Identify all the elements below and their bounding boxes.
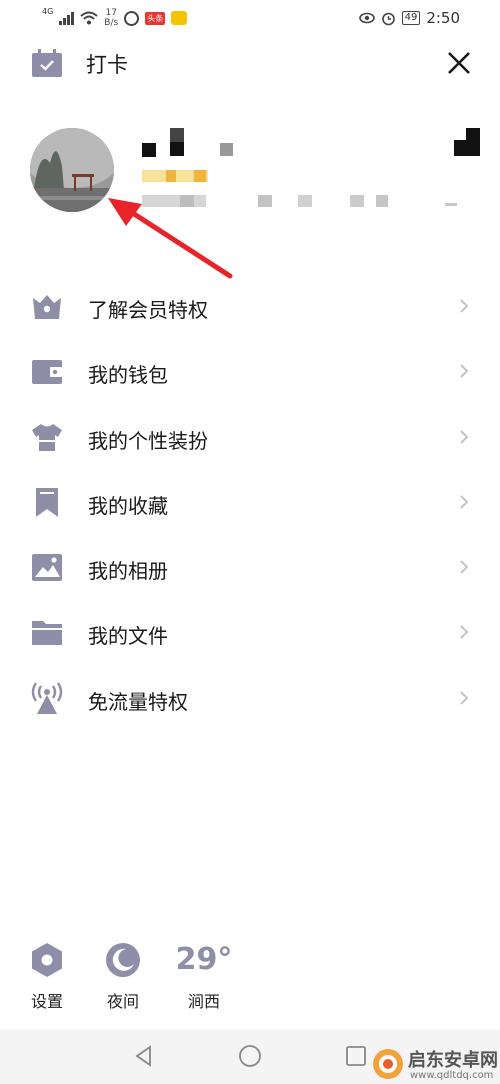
- menu-item-label: 我的钱包: [88, 363, 168, 388]
- menu-item-label: 我的相册: [88, 559, 168, 584]
- chevron-right-icon: [460, 364, 469, 379]
- signal-tower-icon: [31, 682, 63, 714]
- crown-icon: [33, 295, 61, 319]
- night-mode-label: 夜间: [106, 992, 139, 1011]
- chevron-right-icon: [460, 429, 469, 444]
- chevron-right-icon: [460, 299, 469, 313]
- menu-item-wallet[interactable]: 我的钱包: [0, 339, 500, 404]
- recents-icon[interactable]: [344, 1044, 368, 1068]
- network-speed: 17 B/s: [104, 8, 119, 28]
- weather-widget[interactable]: 29° 涧西: [174, 940, 234, 1012]
- settings-button[interactable]: 设置: [17, 940, 77, 1012]
- night-mode-button[interactable]: 夜间: [93, 940, 153, 1012]
- menu-item-vip[interactable]: 了解会员特权: [0, 274, 500, 339]
- watermark-logo-icon: [373, 1049, 403, 1079]
- menu-item-theme[interactable]: 我的个性装扮: [0, 405, 500, 470]
- wallet-icon: [32, 360, 62, 385]
- home-icon[interactable]: [238, 1044, 262, 1068]
- menu-item-label: 免流量特权: [88, 689, 188, 714]
- back-icon[interactable]: [132, 1044, 156, 1068]
- signal-icon: [59, 11, 75, 25]
- menu-item-favorites[interactable]: 我的收藏: [0, 470, 500, 535]
- folder-icon: [32, 621, 62, 646]
- eye-icon: [358, 12, 375, 24]
- settings-label: 设置: [30, 992, 63, 1011]
- chevron-right-icon: [460, 495, 469, 509]
- calendar-check-icon[interactable]: [30, 48, 64, 78]
- menu-item-label: 我的文件: [88, 624, 168, 649]
- bookmark-icon: [36, 487, 58, 517]
- menu-item-label: 我的收藏: [88, 493, 168, 518]
- alarm-icon: [381, 12, 395, 25]
- status-bar: 4G 17 B/s 头条 49 2:50: [0, 0, 500, 36]
- weather-city: 涧西: [187, 992, 220, 1011]
- app-notification-icon: [171, 11, 188, 25]
- close-icon[interactable]: [444, 48, 474, 78]
- menu-item-free-data[interactable]: 免流量特权: [0, 666, 500, 731]
- battery-icon: 49: [401, 11, 421, 25]
- watermark-url: www.qdltdq.com: [410, 1070, 494, 1081]
- top-bar: 打卡: [0, 40, 500, 86]
- menu-item-label: 了解会员特权: [88, 298, 208, 322]
- news-app-badge: 头条: [145, 11, 166, 25]
- annotation-arrow: [108, 198, 233, 279]
- checkin-label[interactable]: 打卡: [86, 49, 128, 79]
- chevron-right-icon: [460, 625, 469, 640]
- menu-item-files[interactable]: 我的文件: [0, 600, 500, 665]
- network-type: 4G: [42, 7, 54, 16]
- loading-icon: [124, 10, 140, 26]
- drawer-menu: 了解会员特权 我的钱包 我的个性装扮 我的收藏 我的相册 我的文件 免流量特权: [0, 274, 500, 731]
- menu-item-album[interactable]: 我的相册: [0, 535, 500, 600]
- gear-icon: [32, 943, 62, 977]
- watermark-brand: 启东安卓网: [408, 1050, 498, 1071]
- status-time: 2:50: [426, 9, 460, 27]
- watermark: 启东安卓网 www.qdltdq.com: [372, 1044, 500, 1084]
- weather-temperature: 29°: [175, 942, 233, 977]
- moon-icon: [106, 943, 140, 977]
- tshirt-icon: [32, 423, 62, 451]
- image-icon: [32, 554, 62, 582]
- menu-item-label: 我的个性装扮: [88, 428, 208, 453]
- chevron-right-icon: [460, 691, 469, 705]
- wifi-icon: [80, 11, 98, 25]
- chevron-right-icon: [460, 560, 469, 574]
